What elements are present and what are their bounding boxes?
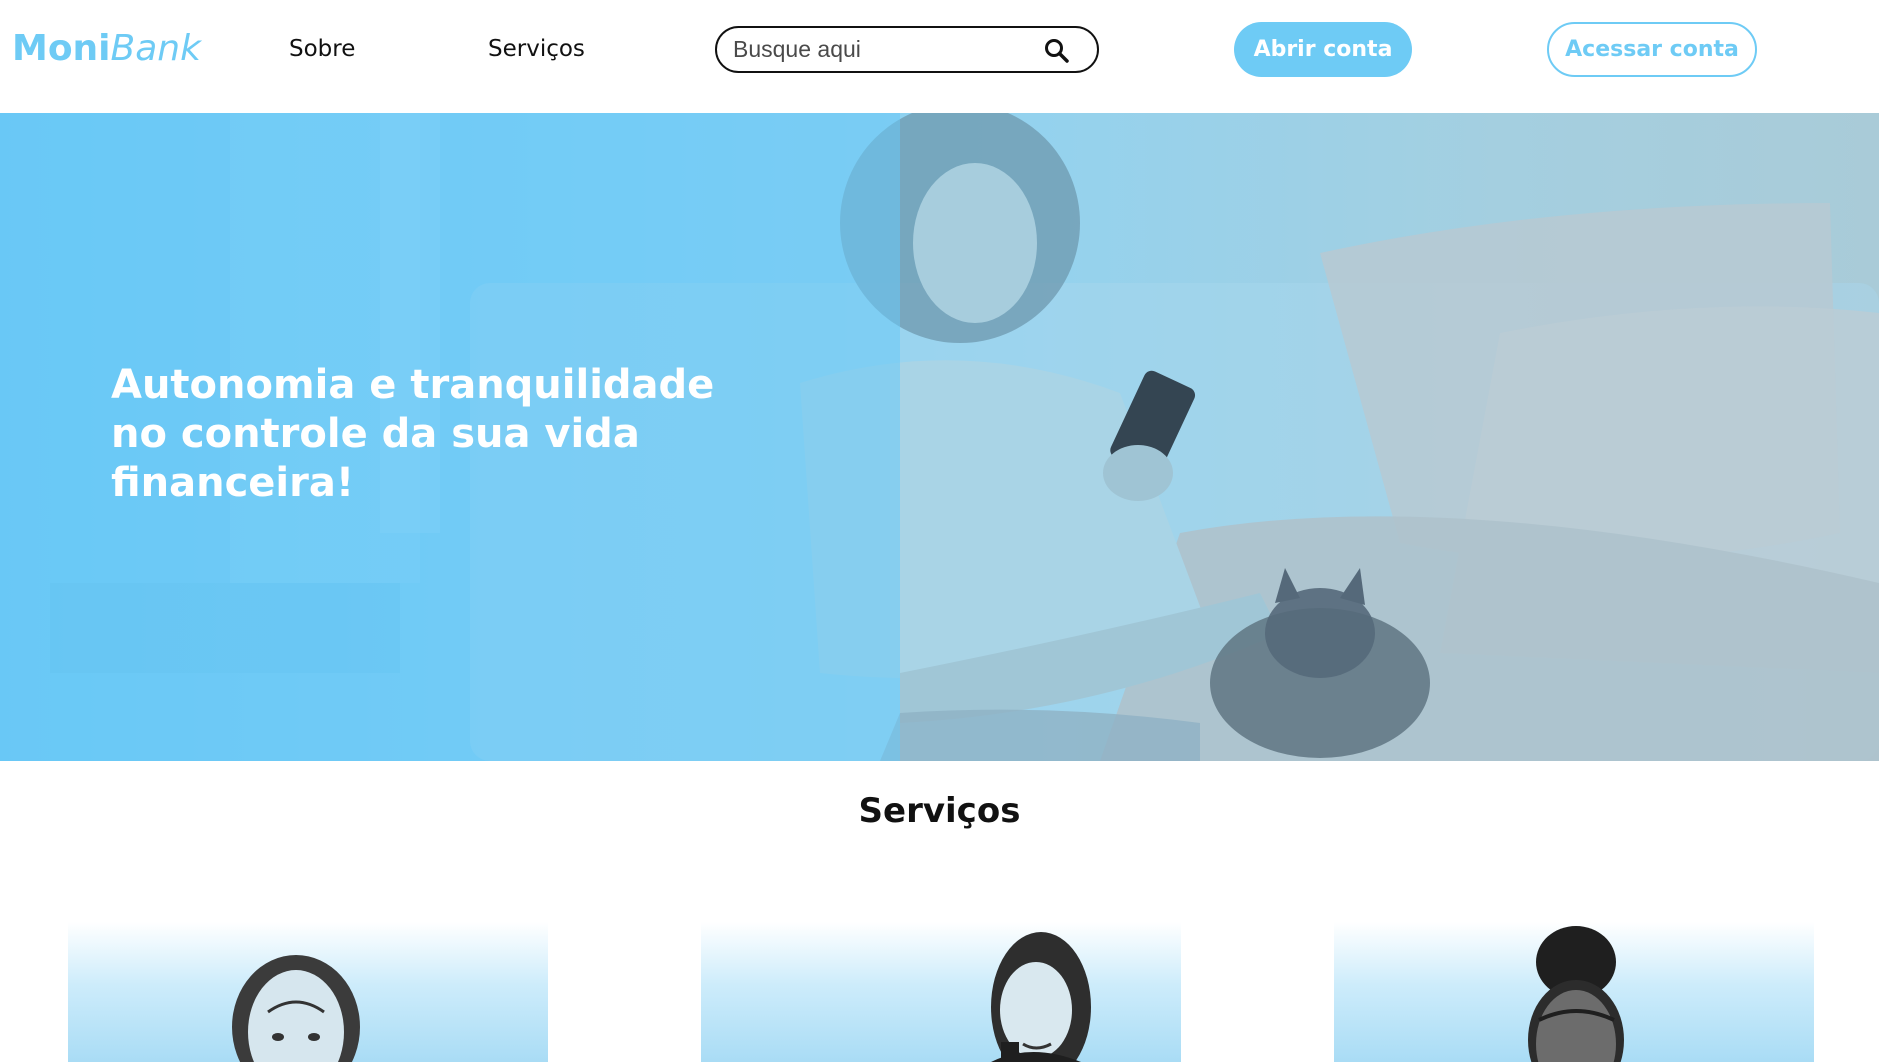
logo[interactable]: MoniBank: [12, 26, 201, 72]
access-account-button[interactable]: Acessar conta: [1547, 22, 1757, 77]
service-person-image: [991, 932, 1091, 1062]
service-person-image: [232, 955, 360, 1062]
nav-link-servicos[interactable]: Serviços: [488, 34, 585, 64]
site-header: MoniBank Sobre Serviços Abrir conta Aces…: [0, 0, 1879, 113]
hero-banner: Autonomia e tranquilidade no controle da…: [0, 113, 1879, 761]
service-card[interactable]: [701, 922, 1181, 1062]
search-input[interactable]: [733, 33, 1033, 66]
hero-title: Autonomia e tranquilidade no controle da…: [111, 362, 715, 506]
nav-link-sobre[interactable]: Sobre: [289, 34, 355, 64]
logo-primary: Moni: [12, 28, 111, 69]
service-card[interactable]: [68, 922, 548, 1062]
services-title: Serviços: [858, 791, 1021, 831]
search-bar: [715, 26, 1099, 73]
service-card[interactable]: [1334, 922, 1814, 1062]
service-person-image: [1528, 926, 1624, 1062]
search-icon[interactable]: [1043, 37, 1071, 65]
logo-secondary: Bank: [110, 28, 201, 69]
open-account-button[interactable]: Abrir conta: [1234, 22, 1412, 77]
